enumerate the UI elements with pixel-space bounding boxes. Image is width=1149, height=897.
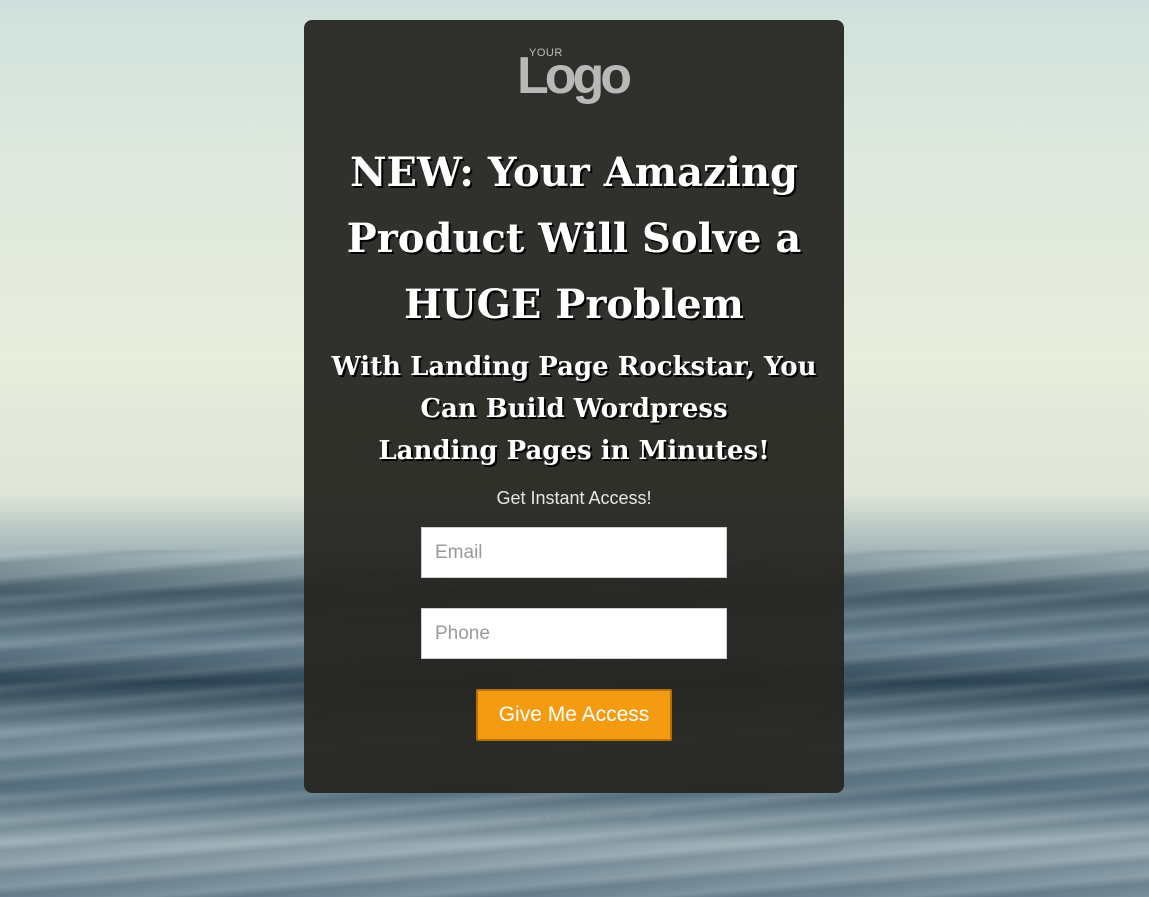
form-intro-text: Get Instant Access! (496, 488, 652, 508)
subheadline-line-2: Landing Pages in Minutes! (378, 436, 770, 466)
powered-by-link[interactable]: Powered by Landing Page Rockstar (0, 809, 1149, 820)
give-me-access-button[interactable]: Give Me Access (476, 689, 672, 741)
headline: NEW: Your Amazing Product Will Solve a H… (346, 149, 802, 328)
subheadline-line-1: With Landing Page Rockstar, You Can Buil… (331, 352, 817, 424)
phone-field[interactable] (421, 608, 727, 659)
subheadline: With Landing Page Rockstar, You Can Buil… (314, 346, 834, 472)
email-field[interactable] (421, 527, 727, 578)
signup-card: YOUR Logo NEW: Your Amazing Product Will… (304, 20, 844, 793)
logo-word: Logo (517, 47, 632, 105)
logo: YOUR Logo (517, 46, 637, 108)
